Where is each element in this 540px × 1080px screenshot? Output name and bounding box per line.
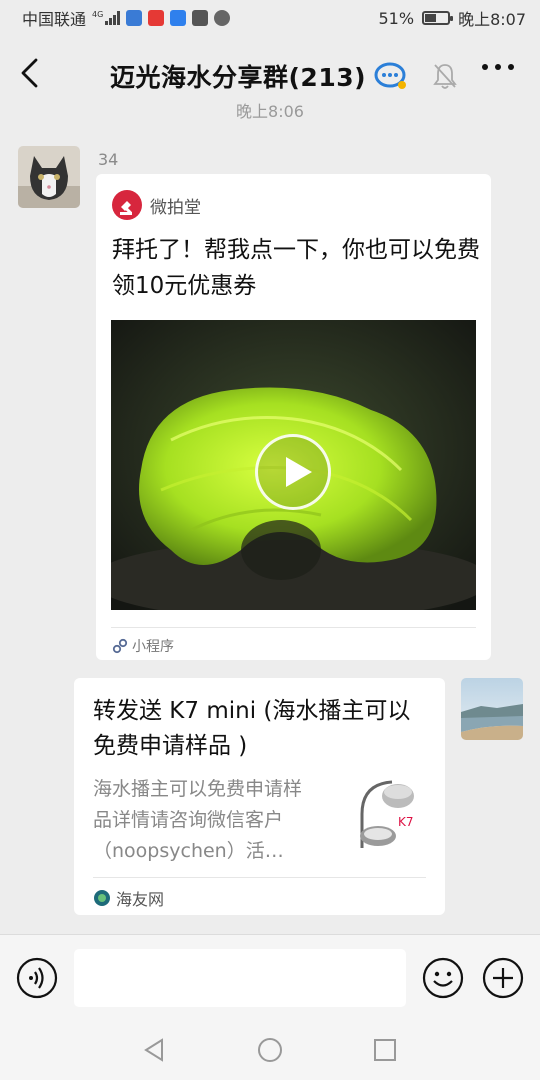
emoji-icon (422, 957, 464, 999)
nav-home-icon (258, 1038, 282, 1062)
mini-program-label: 小程序 (132, 639, 174, 655)
card-divider (111, 627, 476, 628)
nav-back-icon (144, 1038, 163, 1062)
mini-program-title: 拜托了！帮我点一下，你也可以免费领10元优惠券 (112, 237, 480, 299)
sender-name: 34 (98, 150, 119, 169)
source-site-icon (94, 890, 110, 906)
more-icon (482, 64, 514, 70)
clock: 晚上8:07 (458, 10, 526, 29)
mini-program-link-icon (112, 638, 128, 654)
thumb-brand-text: K7 (398, 815, 414, 829)
news-notification-icon (148, 10, 165, 26)
app-notification-icon (126, 10, 143, 26)
system-nav-bar (0, 1020, 540, 1080)
globe-notification-icon (214, 10, 231, 26)
link-card[interactable]: 转发送 K7 mini (海水播主可以免费申请样品 ) 海水播主可以免费申请样品… (74, 678, 445, 915)
battery-percent: 51% (378, 8, 415, 28)
link-description: 海水播主可以免费申请样品详情请咨询微信客户（noopsychen）活… (93, 778, 303, 862)
message-input[interactable] (74, 949, 406, 1007)
back-button[interactable] (14, 56, 48, 90)
video-thumbnail[interactable] (111, 320, 476, 610)
sender-avatar[interactable] (18, 146, 80, 208)
network-type: 4G (92, 10, 104, 19)
mute-bell-icon (433, 64, 457, 89)
voice-button[interactable] (16, 957, 58, 999)
status-bar: 中国联通 4G 51% 晚上8:07 (0, 0, 540, 36)
self-avatar[interactable] (461, 678, 523, 740)
emoji-button[interactable] (422, 957, 464, 999)
voice-icon (16, 957, 58, 999)
link-title: 转发送 K7 mini (海水播主可以免费申请样品 ) (93, 698, 411, 759)
card-divider (93, 877, 426, 878)
nav-recent-icon (374, 1039, 396, 1061)
nav-home-button[interactable] (256, 1036, 284, 1064)
back-arrow-icon (21, 58, 38, 88)
plus-icon (482, 957, 524, 999)
nav-back-button[interactable] (140, 1036, 168, 1064)
link-thumbnail: K7 (348, 774, 424, 858)
more-button[interactable] (482, 64, 514, 70)
weipaitang-logo-icon (112, 190, 142, 220)
input-bar (0, 934, 540, 1020)
chat-title[interactable]: 迈光海水分享群(213) (110, 58, 366, 94)
more-functions-button[interactable] (482, 957, 524, 999)
battery-icon (422, 11, 454, 25)
carrier-label: 中国联通 (22, 10, 87, 29)
mini-program-source: 微拍堂 (150, 197, 201, 218)
cloud-notification-icon (170, 10, 187, 26)
mail-notification-icon (192, 10, 209, 26)
signal-icon: 4G (92, 10, 121, 25)
link-source: 海友网 (116, 890, 165, 909)
timestamp-divider: 晚上8:06 (236, 102, 304, 121)
nav-recent-button[interactable] (371, 1036, 399, 1064)
mini-program-card[interactable]: 微拍堂 拜托了！帮我点一下，你也可以免费领10元优惠券 小程序 (96, 174, 491, 660)
group-chat-icon (374, 62, 407, 89)
play-icon[interactable] (255, 434, 331, 510)
